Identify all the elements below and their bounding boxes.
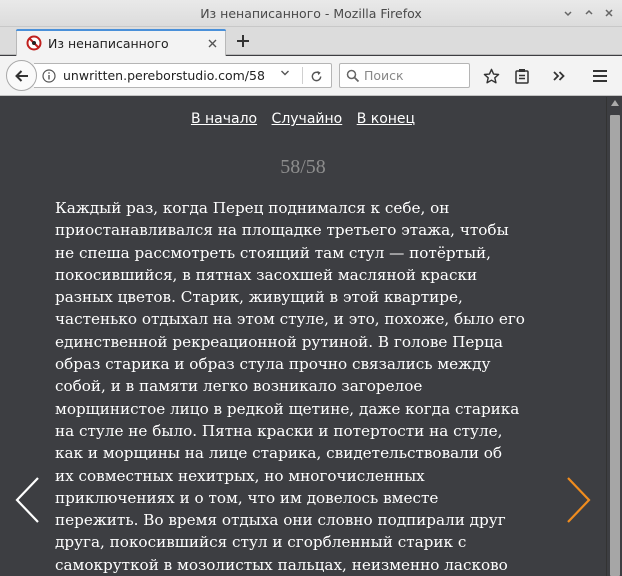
bookmark-star-button[interactable] bbox=[480, 65, 502, 87]
minimize-icon bbox=[563, 10, 572, 16]
url-bar-divider bbox=[302, 67, 303, 84]
star-icon bbox=[483, 68, 499, 83]
url-text[interactable]: unwritten.pereborstudio.com/58 bbox=[63, 68, 265, 83]
search-input[interactable] bbox=[364, 66, 464, 85]
chevron-down-icon[interactable] bbox=[280, 68, 290, 81]
url-bar[interactable]: unwritten.pereborstudio.com/58 bbox=[34, 63, 332, 88]
link-end[interactable]: В конец bbox=[357, 111, 415, 127]
arrow-left-icon bbox=[14, 69, 28, 82]
search-icon bbox=[346, 69, 360, 83]
vertical-scrollbar[interactable] bbox=[606, 97, 622, 576]
chevron-left-icon[interactable] bbox=[14, 476, 42, 524]
search-bar[interactable] bbox=[339, 63, 470, 88]
back-button[interactable] bbox=[6, 60, 37, 91]
story-line: на стуле не было. Пятна краски и потерто… bbox=[55, 421, 503, 440]
story-line: приключениях и о том, что им довелось вм… bbox=[55, 488, 439, 507]
story-line: единственной рекреационной рутиной. В го… bbox=[55, 332, 503, 351]
reading-list-button[interactable] bbox=[511, 65, 533, 87]
hamburger-menu-button[interactable] bbox=[589, 65, 611, 87]
tab-strip: Из ненаписанного bbox=[0, 27, 622, 56]
tab-close-button[interactable] bbox=[203, 34, 221, 52]
story-line: собой, и в памяти легко возникало загоре… bbox=[55, 377, 423, 396]
page-counter: 58/58 bbox=[280, 156, 326, 178]
tab-active[interactable]: Из ненаписанного bbox=[16, 29, 226, 56]
story-line: приостанавливался на площадке третьего э… bbox=[55, 221, 509, 240]
overflow-menu-button[interactable] bbox=[548, 65, 570, 87]
maximize-icon bbox=[584, 9, 593, 15]
plus-icon bbox=[237, 35, 249, 47]
navigation-toolbar: unwritten.pereborstudio.com/58 bbox=[0, 56, 622, 96]
story-line: образ старика и образ стула прочно связа… bbox=[55, 355, 491, 374]
clipboard-icon bbox=[515, 69, 529, 84]
story-line: разных цветов. Старик, живущий в этой кв… bbox=[55, 288, 463, 307]
link-start[interactable]: В начало bbox=[191, 111, 257, 127]
close-icon bbox=[604, 8, 613, 17]
new-tab-button[interactable] bbox=[232, 30, 254, 52]
story-line: друга, покосившийся стул и сгорбленный с… bbox=[55, 533, 467, 552]
chevron-double-right-icon bbox=[553, 71, 565, 81]
scrollbar-thumb[interactable] bbox=[610, 115, 620, 576]
chevron-right-icon[interactable] bbox=[564, 476, 592, 524]
story-line: пережить. Во время отдыха они словно под… bbox=[55, 511, 506, 530]
window-titlebar: Из ненаписанного - Mozilla Firefox bbox=[0, 0, 622, 27]
story-line: Каждый раз, когда Перец поднимался к себ… bbox=[55, 199, 450, 217]
story-line: их совместных нехитрых, но многочисленны… bbox=[55, 466, 425, 485]
story-line: морщинистое лицо в редкой щетине, даже к… bbox=[55, 399, 520, 418]
story-line: самокруткой в мозолистых пальцах, неизме… bbox=[55, 555, 508, 574]
story-line: частенько отдыхал на этом стуле, и это, … bbox=[55, 310, 525, 329]
story-line: как и морщины на лице старика, свидетель… bbox=[55, 444, 503, 463]
minimize-button[interactable] bbox=[559, 4, 576, 21]
page-content: В начало Случайно В конец 58/58 Каждый р… bbox=[0, 97, 606, 576]
story-text: Каждый раз, когда Перец поднимался к себ… bbox=[55, 197, 550, 576]
info-icon[interactable] bbox=[42, 69, 56, 83]
window-title: Из ненаписанного - Mozilla Firefox bbox=[200, 6, 422, 21]
top-navigation-links: В начало Случайно В конец bbox=[0, 111, 606, 127]
story-line: покосившийся, в пятнах засохшей масляной… bbox=[55, 265, 478, 284]
hamburger-icon bbox=[593, 70, 607, 82]
close-window-button[interactable] bbox=[600, 4, 617, 21]
scroll-up-arrow[interactable] bbox=[611, 100, 619, 106]
story-line: не спеша рассмотреть стоящий там стул — … bbox=[55, 243, 491, 262]
reload-button[interactable] bbox=[306, 67, 326, 85]
no-entry-icon bbox=[26, 35, 42, 51]
reload-icon bbox=[311, 70, 321, 81]
close-icon bbox=[208, 39, 216, 47]
tab-title: Из ненаписанного bbox=[48, 36, 169, 51]
link-random[interactable]: Случайно bbox=[272, 111, 343, 127]
maximize-button[interactable] bbox=[580, 4, 597, 21]
